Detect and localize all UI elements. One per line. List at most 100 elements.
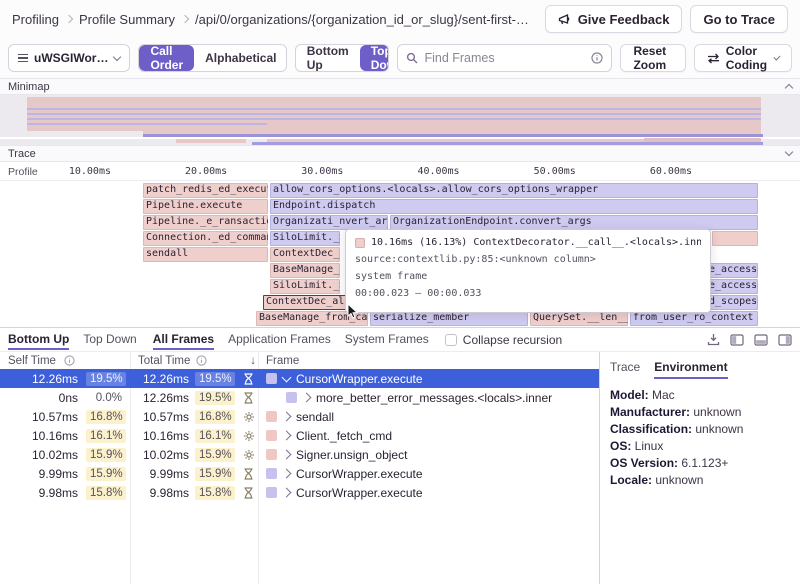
table-row[interactable]: 12.26ms19.5%12.26ms19.5%CursorWrapper.ex… [0, 369, 599, 388]
filter-tab[interactable]: System Frames [345, 329, 429, 350]
frame-cell[interactable]: Signer.unsign_object [258, 448, 599, 462]
expand-caret-icon[interactable] [282, 431, 292, 441]
sort-descending-icon[interactable]: ↓ [250, 355, 256, 367]
panel-layout-controls [707, 333, 792, 346]
table-row[interactable]: 10.16ms16.1%10.16ms16.1%Client._fetch_cm… [0, 426, 599, 445]
chevron-up-icon [785, 84, 793, 92]
frame-cell[interactable]: sendall [258, 410, 599, 424]
thread-selector-dropdown[interactable]: uWSGIWor… [8, 44, 130, 72]
table-row[interactable]: 10.02ms15.9%10.02ms15.9%Signer.unsign_ob… [0, 445, 599, 464]
hourglass-icon [243, 392, 254, 404]
total-time-percent: 16.1% [195, 429, 235, 443]
collapse-caret-icon[interactable] [282, 372, 292, 382]
color-coding-button[interactable]: Color Coding [694, 44, 792, 72]
frame-cell[interactable]: Client._fetch_cmd [258, 429, 599, 443]
frame-cell[interactable]: more_better_error_messages.<locals>.inne… [258, 391, 599, 405]
frame-origin-icon [241, 449, 256, 461]
total-time-value: 9.99ms [150, 467, 189, 481]
table-row[interactable]: 0ns0.0%12.26ms19.5%more_better_error_mes… [0, 388, 599, 407]
flame-frame-block[interactable] [712, 231, 758, 246]
flame-frame-block[interactable]: Organizati_nvert_args [270, 215, 388, 230]
self-time-cell: 0ns0.0% [0, 391, 130, 405]
dock-left-icon[interactable] [730, 334, 744, 346]
details-tab-environment[interactable]: Environment [654, 358, 727, 379]
flame-frame-block[interactable]: from_user_ro_context [630, 311, 758, 326]
frame-cell[interactable]: CursorWrapper.execute [258, 486, 599, 500]
view-tab[interactable]: Bottom Up [8, 329, 69, 350]
dock-bottom-icon[interactable] [754, 334, 768, 346]
minimap-visualization[interactable] [0, 95, 800, 145]
breadcrumb-item[interactable]: Profile Summary [79, 12, 175, 27]
hourglass-icon [243, 373, 254, 385]
flamegraph-canvas[interactable]: from_user_ro_contextQuerySet.__len__seri… [0, 181, 800, 328]
details-tab-trace[interactable]: Trace [610, 358, 640, 379]
flame-frame-block[interactable]: SiloLimit._>.over [270, 231, 340, 246]
collapse-recursion-checkbox[interactable] [445, 334, 457, 346]
frame-cell[interactable]: CursorWrapper.execute [258, 467, 599, 481]
go-to-trace-button[interactable]: Go to Trace [690, 5, 788, 33]
flame-frame-block[interactable]: Pipeline._e_ransaction [143, 215, 268, 230]
total-time-cell: 9.99ms 15.9% [130, 467, 258, 481]
flame-frame-block[interactable]: OrganizationEndpoint.convert_args [390, 215, 758, 230]
breadcrumb: Profiling Profile Summary/api/0/organizat… [12, 12, 529, 27]
direction-option[interactable]: Bottom Up [296, 45, 360, 71]
flame-frame-block[interactable]: patch_redis_ed_execute [143, 183, 268, 198]
page-header: Profiling Profile Summary/api/0/organizat… [0, 0, 800, 38]
flame-frame-block[interactable]: allow_cors_options.<locals>.allow_cors_o… [270, 183, 758, 198]
flame-frame-block[interactable]: ContextDec_als>.i [270, 247, 340, 262]
field-label: OS: [610, 439, 635, 453]
breadcrumb-item[interactable]: Profiling [12, 12, 59, 27]
sort-option[interactable]: Alphabetical [194, 45, 287, 71]
frame-name: CursorWrapper.execute [296, 486, 423, 500]
expand-caret-icon[interactable] [282, 450, 292, 460]
breadcrumb-item[interactable]: /api/0/organizations/{organization_id_or… [195, 12, 529, 27]
flame-frame-block[interactable]: Endpoint.dispatch [270, 199, 758, 214]
flame-frame-block[interactable]: Connection._ed_command [143, 231, 268, 246]
give-feedback-button[interactable]: Give Feedback [545, 5, 683, 33]
frame-column-header[interactable]: Frame [258, 355, 299, 367]
view-tab[interactable]: Top Down [83, 329, 136, 350]
total-time-value: 12.26ms [143, 391, 189, 405]
profile-row-label: Profile [8, 166, 38, 178]
table-row[interactable]: 9.99ms15.9%9.99ms15.9%CursorWrapper.exec… [0, 464, 599, 483]
breadcrumb-separator-icon [181, 15, 189, 23]
breadcrumb-separator-icon [65, 15, 73, 23]
frame-color-swatch [266, 468, 277, 479]
total-time-column-header[interactable]: Total Time ↓ [130, 355, 258, 367]
direction-option[interactable]: Top Down [360, 45, 390, 71]
filter-tab[interactable]: All Frames [153, 329, 214, 350]
flame-frame-block[interactable]: sendall [143, 247, 268, 262]
total-time-cell: 10.16ms16.1% [130, 429, 258, 443]
expand-caret-icon[interactable] [302, 393, 312, 403]
expand-caret-icon[interactable] [282, 488, 292, 498]
flame-frame-block[interactable]: BaseManage_from_c [270, 263, 340, 278]
flame-frame-block[interactable]: serialize_member [370, 311, 528, 326]
minimap-section-header[interactable]: Minimap [0, 78, 800, 95]
total-time-value: 10.02ms [143, 448, 189, 462]
flame-frame-block[interactable]: QuerySet.__len__ [530, 311, 628, 326]
frame-stats-tab-bar: Bottom Up Top Down All Frames Application … [0, 328, 800, 352]
reset-zoom-button[interactable]: Reset Zoom [620, 44, 685, 72]
trace-section-header[interactable]: Trace [0, 145, 800, 162]
dock-right-icon[interactable] [778, 334, 792, 346]
swap-arrows-icon [707, 53, 720, 64]
table-row[interactable]: 9.98ms15.8%9.98ms15.8%CursorWrapper.exec… [0, 483, 599, 502]
collapse-recursion-control[interactable]: Collapse recursion [445, 333, 562, 347]
frame-cell[interactable]: CursorWrapper.execute [258, 372, 599, 386]
flame-frame-block[interactable]: SiloLimit._>.over [270, 279, 340, 294]
field-label: Manufacturer: [610, 405, 693, 419]
table-row[interactable]: 10.57ms16.8%10.57ms16.8%sendall [0, 407, 599, 426]
self-time-column-header[interactable]: Self Time [0, 355, 130, 367]
flame-frame-block[interactable]: Pipeline.execute [143, 199, 268, 214]
filter-tab[interactable]: Application Frames [228, 329, 331, 350]
expand-caret-icon[interactable] [282, 412, 292, 422]
total-time-percent: 15.9% [195, 467, 235, 481]
sort-option[interactable]: Call Order [139, 45, 194, 71]
frame-name: CursorWrapper.execute [296, 372, 423, 386]
download-icon[interactable] [707, 333, 720, 346]
minimap-frame-block [27, 113, 761, 115]
total-time-cell: 12.26ms19.5% [130, 372, 258, 386]
give-feedback-label: Give Feedback [578, 12, 670, 27]
search-input[interactable] [424, 51, 585, 65]
expand-caret-icon[interactable] [282, 469, 292, 479]
